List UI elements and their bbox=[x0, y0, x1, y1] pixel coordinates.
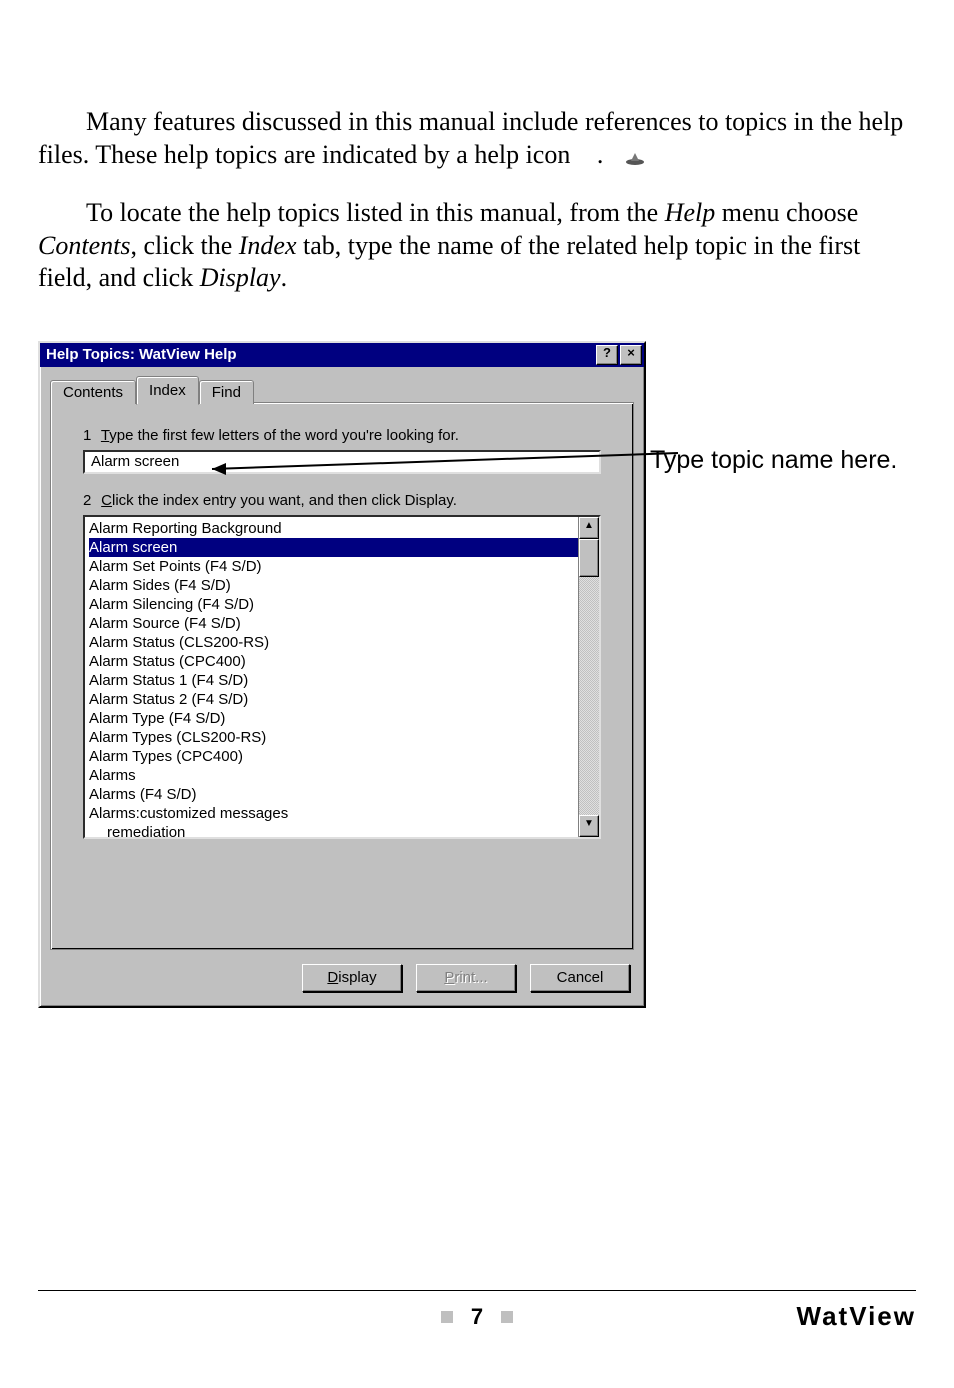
list-item[interactable]: Alarm Type (F4 S/D) bbox=[89, 709, 578, 728]
list-item[interactable]: Alarm Source (F4 S/D) bbox=[89, 614, 578, 633]
list-item[interactable]: Alarm Sides (F4 S/D) bbox=[89, 576, 578, 595]
footer-page: 7 bbox=[471, 1304, 483, 1329]
search-input[interactable] bbox=[83, 450, 601, 474]
print-button-hotkey: P bbox=[444, 969, 454, 986]
display-button-rest: isplay bbox=[338, 969, 376, 986]
print-button-rest: rint... bbox=[454, 969, 487, 986]
index-list-wrap: Alarm Reporting BackgroundAlarm screenAl… bbox=[83, 515, 601, 839]
instruction-1-hotkey: T bbox=[101, 427, 109, 444]
help-icon bbox=[577, 141, 597, 155]
titlebar-help-button[interactable]: ? bbox=[596, 345, 618, 365]
list-item[interactable]: Alarms:customized messages bbox=[89, 804, 578, 823]
instruction-2-text: lick the index entry you want, and then … bbox=[112, 492, 457, 509]
p2-a: To locate the help topics listed in this… bbox=[86, 198, 665, 227]
print-button[interactable]: Print... bbox=[416, 964, 516, 992]
p2-contents: Contents bbox=[38, 231, 130, 260]
callout-label: Type topic name here. bbox=[650, 445, 897, 476]
tabs: Contents Index Find bbox=[50, 375, 634, 404]
page-footer: 7 WatView bbox=[38, 1290, 916, 1332]
list-item[interactable]: Alarm Silencing (F4 S/D) bbox=[89, 595, 578, 614]
instruction-1: 1 Type the first few letters of the word… bbox=[83, 427, 601, 444]
help-topics-dialog: Help Topics: WatView Help ? × Contents I… bbox=[38, 341, 646, 1008]
footer-square-right-icon bbox=[501, 1311, 513, 1323]
tab-find[interactable]: Find bbox=[199, 380, 254, 404]
titlebar-close-button[interactable]: × bbox=[620, 345, 642, 365]
list-item[interactable]: remediation bbox=[89, 823, 578, 837]
display-button[interactable]: Display bbox=[302, 964, 402, 992]
instruction-2-hotkey: C bbox=[101, 492, 112, 509]
dialog-titlebar[interactable]: Help Topics: WatView Help ? × bbox=[40, 343, 644, 367]
list-item[interactable]: Alarm Status (CPC400) bbox=[89, 652, 578, 671]
p2-e: . bbox=[281, 263, 288, 292]
index-listbox[interactable]: Alarm Reporting BackgroundAlarm screenAl… bbox=[85, 517, 578, 837]
dialog-button-row: Display Print... Cancel bbox=[50, 964, 634, 992]
tab-pane-index: 1 Type the first few letters of the word… bbox=[50, 402, 634, 950]
paragraph-1-text-b: . bbox=[597, 140, 604, 169]
scroll-track[interactable] bbox=[579, 539, 599, 815]
display-button-hotkey: D bbox=[327, 969, 338, 986]
tab-index[interactable]: Index bbox=[136, 376, 199, 405]
list-item[interactable]: Alarm Status (CLS200-RS) bbox=[89, 633, 578, 652]
list-item[interactable]: Alarm Status 1 (F4 S/D) bbox=[89, 671, 578, 690]
list-item[interactable]: Alarm Status 2 (F4 S/D) bbox=[89, 690, 578, 709]
list-item[interactable]: Alarms bbox=[89, 766, 578, 785]
p2-display: Display bbox=[200, 263, 281, 292]
list-item[interactable]: Alarm Types (CLS200-RS) bbox=[89, 728, 578, 747]
footer-page-number: 7 bbox=[38, 1304, 916, 1330]
scroll-down-button[interactable]: ▼ bbox=[579, 815, 599, 837]
instruction-2-number: 2 bbox=[83, 492, 97, 509]
p2-help: Help bbox=[665, 198, 716, 227]
list-item[interactable]: Alarms (F4 S/D) bbox=[89, 785, 578, 804]
paragraph-2: To locate the help topics listed in this… bbox=[38, 197, 916, 295]
listbox-scrollbar[interactable]: ▲ ▼ bbox=[578, 517, 599, 837]
dialog-title: Help Topics: WatView Help bbox=[46, 346, 594, 363]
instruction-1-number: 1 bbox=[83, 427, 97, 444]
cancel-button[interactable]: Cancel bbox=[530, 964, 630, 992]
p2-c: , click the bbox=[130, 231, 238, 260]
tab-contents[interactable]: Contents bbox=[50, 380, 136, 404]
scroll-up-button[interactable]: ▲ bbox=[579, 517, 599, 539]
footer-square-left-icon bbox=[441, 1311, 453, 1323]
list-item[interactable]: Alarm Reporting Background bbox=[89, 519, 578, 538]
p2-index: Index bbox=[239, 231, 297, 260]
p2-b: menu choose bbox=[715, 198, 858, 227]
instruction-1-text: ype the first few letters of the word yo… bbox=[109, 427, 459, 444]
paragraph-1-text-a: Many features discussed in this manual i… bbox=[38, 107, 903, 169]
list-item[interactable]: Alarm Types (CPC400) bbox=[89, 747, 578, 766]
list-item[interactable]: Alarm screen bbox=[89, 538, 578, 557]
list-item[interactable]: Alarm Set Points (F4 S/D) bbox=[89, 557, 578, 576]
instruction-2: 2 Click the index entry you want, and th… bbox=[83, 492, 601, 509]
scroll-thumb[interactable] bbox=[579, 539, 599, 577]
paragraph-1: Many features discussed in this manual i… bbox=[38, 106, 916, 171]
footer-rule bbox=[38, 1290, 916, 1291]
